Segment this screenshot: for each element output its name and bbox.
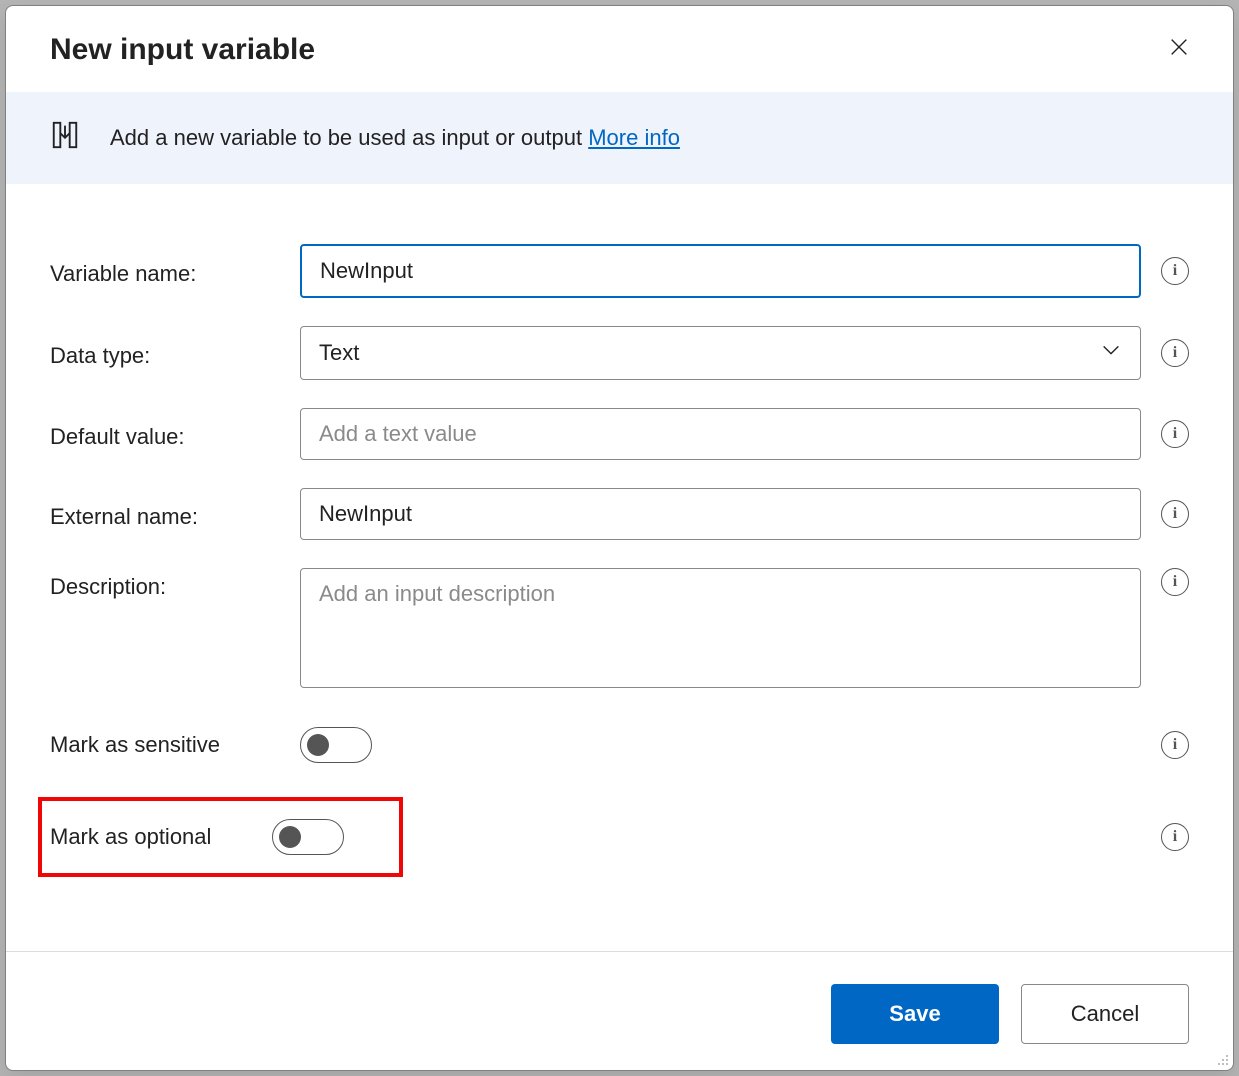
new-input-variable-dialog: New input variable Add a new variable to… bbox=[5, 5, 1234, 1071]
external-name-row: External name: i bbox=[50, 488, 1189, 540]
save-button[interactable]: Save bbox=[831, 984, 999, 1044]
data-type-row: Data type: Text i bbox=[50, 326, 1189, 380]
info-icon[interactable]: i bbox=[1161, 339, 1189, 367]
dialog-title: New input variable bbox=[50, 33, 315, 67]
info-icon[interactable]: i bbox=[1161, 823, 1189, 851]
info-icon[interactable]: i bbox=[1161, 257, 1189, 285]
dialog-footer: Save Cancel bbox=[6, 951, 1233, 1070]
external-name-input[interactable] bbox=[300, 488, 1141, 540]
resize-grip-icon[interactable] bbox=[1215, 1052, 1229, 1066]
banner-text: Add a new variable to be used as input o… bbox=[110, 125, 1189, 151]
description-input[interactable] bbox=[300, 568, 1141, 688]
data-type-value: Text bbox=[319, 340, 359, 366]
mark-sensitive-toggle[interactable] bbox=[300, 727, 372, 763]
default-value-input[interactable] bbox=[300, 408, 1141, 460]
description-label: Description: bbox=[50, 568, 280, 600]
info-icon[interactable]: i bbox=[1161, 731, 1189, 759]
more-info-link[interactable]: More info bbox=[588, 125, 680, 150]
form-area: Variable name: i Data type: Text i Defau… bbox=[6, 184, 1233, 951]
toggle-knob bbox=[279, 826, 301, 848]
data-type-select[interactable]: Text bbox=[300, 326, 1141, 380]
variable-name-input[interactable] bbox=[300, 244, 1141, 298]
cancel-button[interactable]: Cancel bbox=[1021, 984, 1189, 1044]
close-button[interactable] bbox=[1161, 32, 1197, 68]
info-icon[interactable]: i bbox=[1161, 420, 1189, 448]
toggle-knob bbox=[307, 734, 329, 756]
input-variable-icon bbox=[50, 120, 80, 156]
chevron-down-icon bbox=[1100, 339, 1122, 367]
variable-name-row: Variable name: i bbox=[50, 244, 1189, 298]
data-type-label: Data type: bbox=[50, 337, 280, 369]
default-value-label: Default value: bbox=[50, 418, 280, 450]
mark-optional-highlight: Mark as optional bbox=[38, 797, 403, 877]
dialog-header: New input variable bbox=[6, 6, 1233, 92]
info-banner: Add a new variable to be used as input o… bbox=[6, 92, 1233, 184]
info-icon[interactable]: i bbox=[1161, 500, 1189, 528]
mark-optional-toggle[interactable] bbox=[272, 819, 344, 855]
external-name-label: External name: bbox=[50, 498, 280, 530]
variable-name-label: Variable name: bbox=[50, 255, 280, 287]
default-value-row: Default value: i bbox=[50, 408, 1189, 460]
mark-optional-row: Mark as optional i bbox=[50, 797, 1189, 877]
description-row: Description: i bbox=[50, 568, 1189, 693]
mark-optional-label: Mark as optional bbox=[50, 824, 272, 850]
close-icon bbox=[1168, 36, 1190, 65]
mark-sensitive-label: Mark as sensitive bbox=[50, 732, 280, 758]
mark-sensitive-row: Mark as sensitive i bbox=[50, 727, 1189, 763]
info-icon[interactable]: i bbox=[1161, 568, 1189, 596]
